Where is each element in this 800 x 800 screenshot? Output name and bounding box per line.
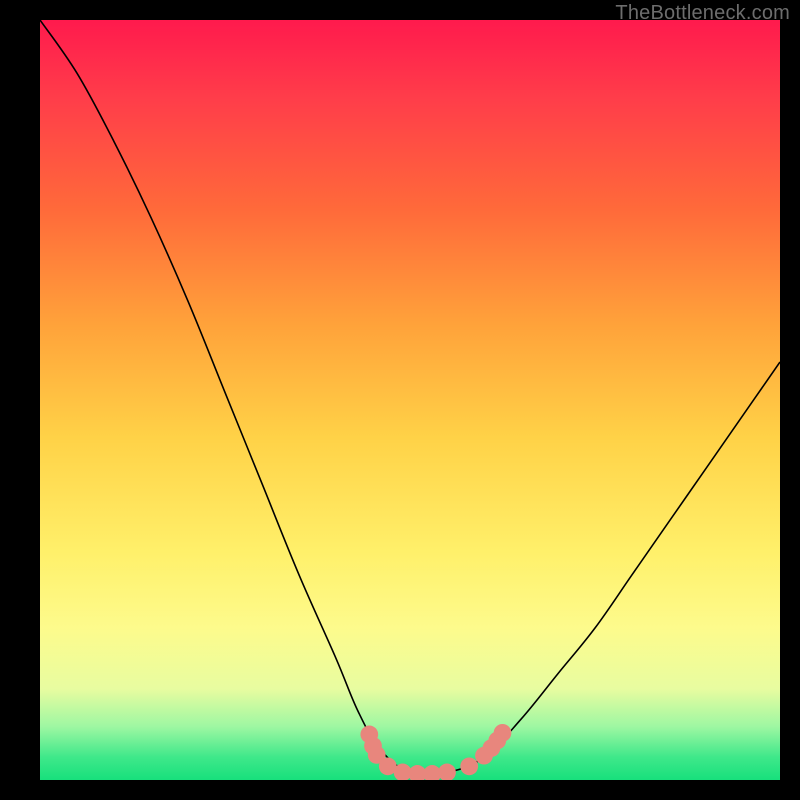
bottleneck-chart-svg xyxy=(40,20,780,780)
curve-marker xyxy=(494,724,512,742)
curve-marker xyxy=(438,764,456,780)
bottleneck-curve xyxy=(40,20,780,775)
chart-frame: TheBottleneck.com xyxy=(0,0,800,800)
curve-markers xyxy=(360,724,511,780)
curve-marker xyxy=(460,757,478,775)
watermark-text: TheBottleneck.com xyxy=(615,2,790,25)
plot-area xyxy=(40,20,780,780)
